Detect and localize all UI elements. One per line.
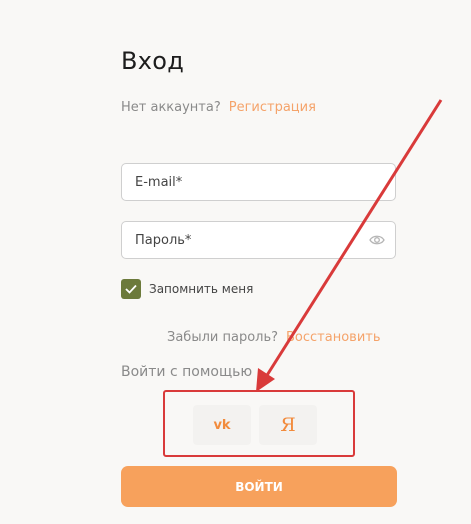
remember-me-toggle[interactable]: Запомнить меня <box>121 279 253 299</box>
yandex-login-button[interactable]: Я <box>259 405 317 445</box>
email-field[interactable] <box>122 164 365 200</box>
login-via-label: Войти с помощью <box>121 364 253 380</box>
no-account-row: Нет аккаунта? Регистрация <box>121 100 316 115</box>
social-login-highlight: vk Я <box>163 390 355 457</box>
register-link[interactable]: Регистрация <box>229 100 316 115</box>
eye-icon[interactable] <box>369 234 385 246</box>
check-icon <box>125 284 137 294</box>
login-form: Вход Нет аккаунта? Регистрация Запомнить … <box>0 0 471 524</box>
submit-button[interactable]: ВОЙТИ <box>121 466 397 507</box>
email-field-wrapper <box>121 163 396 201</box>
restore-link[interactable]: Восстановить <box>286 330 381 345</box>
password-field-wrapper <box>121 221 396 259</box>
yandex-icon: Я <box>280 414 296 436</box>
remember-checkbox[interactable] <box>121 279 141 299</box>
no-account-text: Нет аккаунта? <box>121 100 221 115</box>
page-title: Вход <box>121 47 185 75</box>
forgot-text: Забыли пароль? <box>167 330 279 345</box>
forgot-password-row: Забыли пароль? Восстановить <box>167 330 381 345</box>
remember-label: Запомнить меня <box>149 282 254 296</box>
password-field[interactable] <box>122 222 365 258</box>
vk-login-button[interactable]: vk <box>193 405 251 445</box>
vk-icon: vk <box>213 417 231 433</box>
